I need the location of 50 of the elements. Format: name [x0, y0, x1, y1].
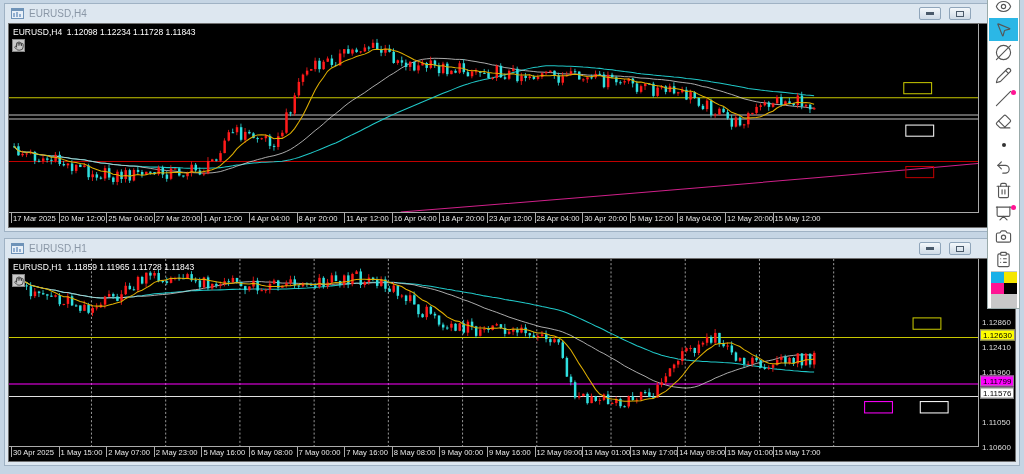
- color-swatch[interactable]: [1003, 272, 1017, 283]
- price-label: 1.12410: [982, 342, 1011, 352]
- price-label: 1.12860: [982, 317, 1011, 327]
- color-swatch[interactable]: [1003, 283, 1017, 294]
- price-label: 1.10600: [982, 442, 1011, 452]
- undo-icon: [995, 159, 1012, 176]
- pencil-icon: [995, 67, 1012, 84]
- crossed-circle-icon: [995, 44, 1012, 61]
- window-title: EURUSD,H1: [29, 243, 87, 254]
- rectangle-marker: [912, 317, 942, 330]
- eye-icon: [995, 0, 1012, 15]
- line-icon: [995, 90, 1012, 107]
- restore-icon: [956, 245, 964, 252]
- hand-button[interactable]: [12, 274, 25, 287]
- minimize-button[interactable]: [919, 7, 941, 20]
- price-label: 1.11960: [982, 367, 1011, 377]
- window-title: EURUSD,H4: [29, 8, 87, 19]
- restore-button[interactable]: [949, 242, 971, 255]
- color-palette[interactable]: [990, 271, 1017, 308]
- dot-icon: [1001, 142, 1006, 147]
- rectangle-marker: [864, 401, 893, 414]
- restore-icon: [956, 10, 964, 17]
- chart-header: EURUSD,H1 1.11859 1.11965 1.11728 1.11843: [13, 262, 195, 272]
- trash-icon: [995, 182, 1012, 199]
- eraser-icon: [995, 113, 1012, 130]
- restore-button[interactable]: [949, 7, 971, 20]
- rectangle-marker: [905, 166, 935, 179]
- minimize-icon: [926, 12, 934, 15]
- chart-header: EURUSD,H4 1.12098 1.12234 1.11728 1.11843: [13, 27, 196, 37]
- rectangle-marker: [903, 82, 933, 95]
- hand-icon: [13, 40, 24, 51]
- hand-button[interactable]: [12, 39, 25, 52]
- clipboard-icon: [995, 251, 1012, 268]
- color-swatch[interactable]: [990, 272, 1004, 283]
- chart-window-icon: [11, 243, 24, 254]
- price-tag: 1.12630: [980, 329, 1015, 341]
- tool-button[interactable]: [989, 18, 1018, 41]
- rectangle-marker: [905, 124, 935, 137]
- chart-window-icon: [11, 8, 24, 19]
- price-label: 1.11050: [982, 417, 1011, 427]
- minimize-button[interactable]: [919, 242, 941, 255]
- easel-icon: [995, 205, 1012, 222]
- minimize-icon: [926, 247, 934, 250]
- hand-icon: [13, 275, 24, 286]
- camera-icon: [995, 228, 1012, 245]
- price-tag: 1.11799: [980, 375, 1015, 387]
- color-swatch[interactable]: [990, 283, 1004, 294]
- cursor-icon: [995, 21, 1012, 38]
- price-tag: 1.11576: [980, 387, 1015, 399]
- rectangle-marker: [919, 401, 949, 414]
